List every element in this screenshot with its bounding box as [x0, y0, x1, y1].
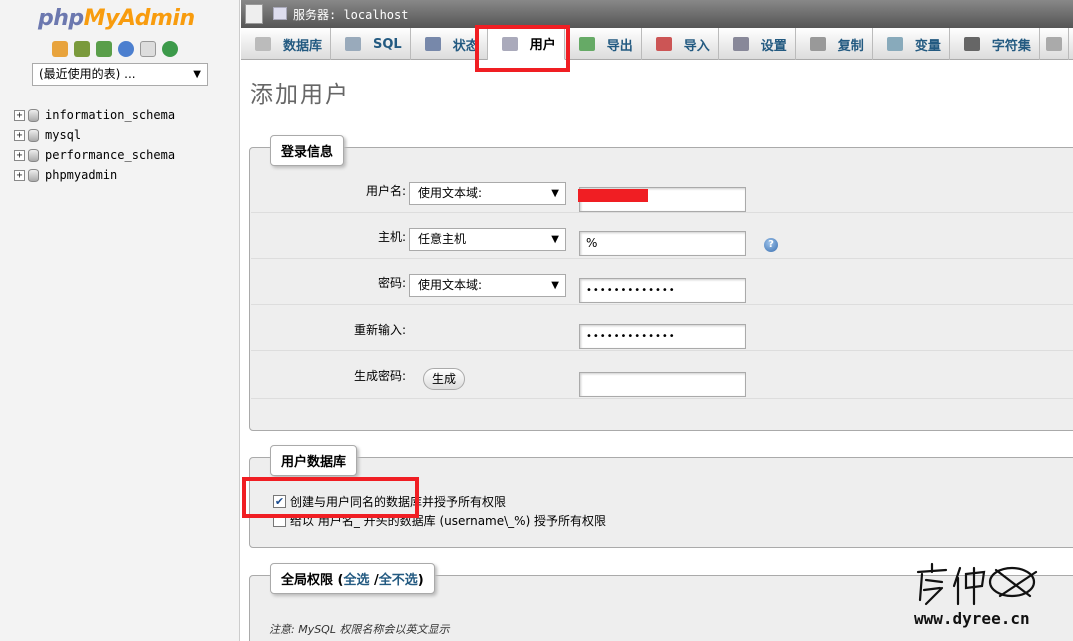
- tab-sql[interactable]: SQL: [331, 28, 411, 60]
- tab-export[interactable]: 导出: [565, 28, 642, 60]
- login-info-fieldset: 登录信息 用户名: 使用文本域: ▼ 主机: 任意主机 ▼ % ? 密码: 使用文本…: [249, 135, 1073, 431]
- database-item[interactable]: + mysql: [14, 125, 175, 145]
- database-item[interactable]: + information_schema: [14, 105, 175, 125]
- expand-plus-icon[interactable]: +: [14, 129, 25, 141]
- annotation-users-tab-box: [475, 25, 570, 72]
- database-item[interactable]: + phpmyadmin: [14, 165, 175, 185]
- database-icon: [28, 128, 39, 142]
- host-row: 主机: 任意主机 ▼ % ?: [251, 213, 1073, 259]
- main-content: 添加用户 登录信息 用户名: 使用文本域: ▼ 主机: 任意主机 ▼ % ? 密码:…: [241, 61, 1073, 641]
- password-label: 密码:: [377, 276, 406, 290]
- database-icon: [28, 168, 39, 182]
- charset-icon: [963, 37, 980, 51]
- generate-password-label: 生成密码:: [353, 369, 406, 383]
- tab-charset[interactable]: 字符集: [950, 28, 1040, 60]
- database-icon: [255, 37, 271, 51]
- query-window-icon[interactable]: [96, 41, 112, 57]
- tab-more[interactable]: [1040, 28, 1069, 60]
- dropdown-arrow-icon: ▼: [193, 69, 201, 80]
- database-tree: + information_schema + mysql + performance_…: [14, 105, 175, 185]
- sql-docs-icon[interactable]: [140, 41, 156, 57]
- variables-icon: [886, 37, 903, 51]
- retype-label: 重新输入:: [353, 323, 406, 337]
- watermark-url: www.dyree.cn: [914, 609, 1030, 628]
- settings-icon: [732, 37, 749, 51]
- watermark-glyph-2: [952, 566, 986, 606]
- page-title: 添加用户: [250, 82, 350, 108]
- server-breadcrumb-bar: 服务器: localhost: [241, 0, 1073, 28]
- server-breadcrumb[interactable]: 服务器: localhost: [293, 6, 408, 23]
- dropdown-arrow-icon: ▼: [551, 234, 559, 245]
- generate-password-row: 生成密码: 生成: [251, 351, 1073, 399]
- host-label: 主机:: [377, 230, 406, 244]
- host-input[interactable]: %: [579, 231, 746, 256]
- select-all-link[interactable]: 全选: [343, 573, 369, 588]
- home-icon[interactable]: [52, 41, 68, 57]
- tab-replication[interactable]: 复制: [796, 28, 873, 60]
- collapse-navigation-button[interactable]: [245, 4, 263, 24]
- expand-plus-icon[interactable]: +: [14, 109, 25, 121]
- user-database-legend: 用户数据库: [270, 445, 358, 476]
- database-icon: [28, 148, 39, 162]
- top-menu-tabs: 数据库 SQL 状态 用户 导出 导入 设置 复制 变量 字符集: [241, 28, 1073, 60]
- sql-icon: [345, 37, 362, 51]
- expand-plus-icon[interactable]: +: [14, 149, 25, 161]
- deselect-all-link[interactable]: 全不选: [379, 573, 418, 588]
- phpmyadmin-logo[interactable]: phpMyAdmin: [38, 6, 195, 31]
- tab-import[interactable]: 导入: [642, 28, 719, 60]
- exit-icon[interactable]: [74, 41, 90, 57]
- engines-icon: [1045, 37, 1062, 51]
- dropdown-arrow-icon: ▼: [551, 280, 559, 291]
- password-input[interactable]: •••••••••••••: [579, 278, 746, 303]
- expand-plus-icon[interactable]: +: [14, 169, 25, 181]
- tab-settings[interactable]: 设置: [719, 28, 796, 60]
- database-icon: [28, 108, 39, 122]
- help-icon[interactable]: ?: [764, 238, 778, 252]
- global-privileges-legend: 全局权限 (全选 /全不选): [270, 563, 435, 594]
- retype-password-input[interactable]: •••••••••••••: [579, 324, 746, 349]
- login-info-legend: 登录信息: [270, 135, 345, 166]
- annotation-username-redaction: [578, 189, 648, 202]
- watermark-glyph-1: [916, 562, 948, 606]
- tab-databases[interactable]: 数据库: [241, 28, 332, 60]
- host-type-select[interactable]: 任意主机 ▼: [409, 228, 566, 251]
- docs-icon[interactable]: [118, 41, 134, 57]
- generated-password-input[interactable]: [579, 372, 746, 397]
- import-icon: [655, 37, 672, 51]
- dyree-watermark: www.dyree.cn: [914, 562, 1038, 628]
- username-row: 用户名: 使用文本域: ▼: [251, 168, 1073, 213]
- password-row: 密码: 使用文本域: ▼ •••••••••••••: [251, 259, 1073, 305]
- reload-icon[interactable]: [162, 41, 178, 57]
- retype-row: 重新输入: •••••••••••••: [251, 305, 1073, 351]
- password-type-select[interactable]: 使用文本域: ▼: [409, 274, 566, 297]
- status-icon: [424, 37, 441, 51]
- navigation-panel: phpMyAdmin (最近使用的表) ... ▼ + information_s…: [0, 0, 240, 641]
- replication-icon: [809, 37, 826, 51]
- recent-tables-select[interactable]: (最近使用的表) ... ▼: [32, 63, 208, 86]
- annotation-checkbox-box: [242, 477, 419, 518]
- database-item[interactable]: + performance_schema: [14, 145, 175, 165]
- username-type-select[interactable]: 使用文本域: ▼: [409, 182, 566, 205]
- username-label: 用户名:: [365, 184, 406, 198]
- generate-password-button[interactable]: 生成: [423, 368, 466, 390]
- server-icon: [273, 7, 287, 20]
- dropdown-arrow-icon: ▼: [551, 188, 559, 199]
- export-icon: [578, 37, 595, 51]
- privileges-note: 注意: MySQL 权限名称会以英文显示: [269, 623, 450, 636]
- tab-variables[interactable]: 变量: [873, 28, 950, 60]
- navigation-icons: [52, 41, 178, 57]
